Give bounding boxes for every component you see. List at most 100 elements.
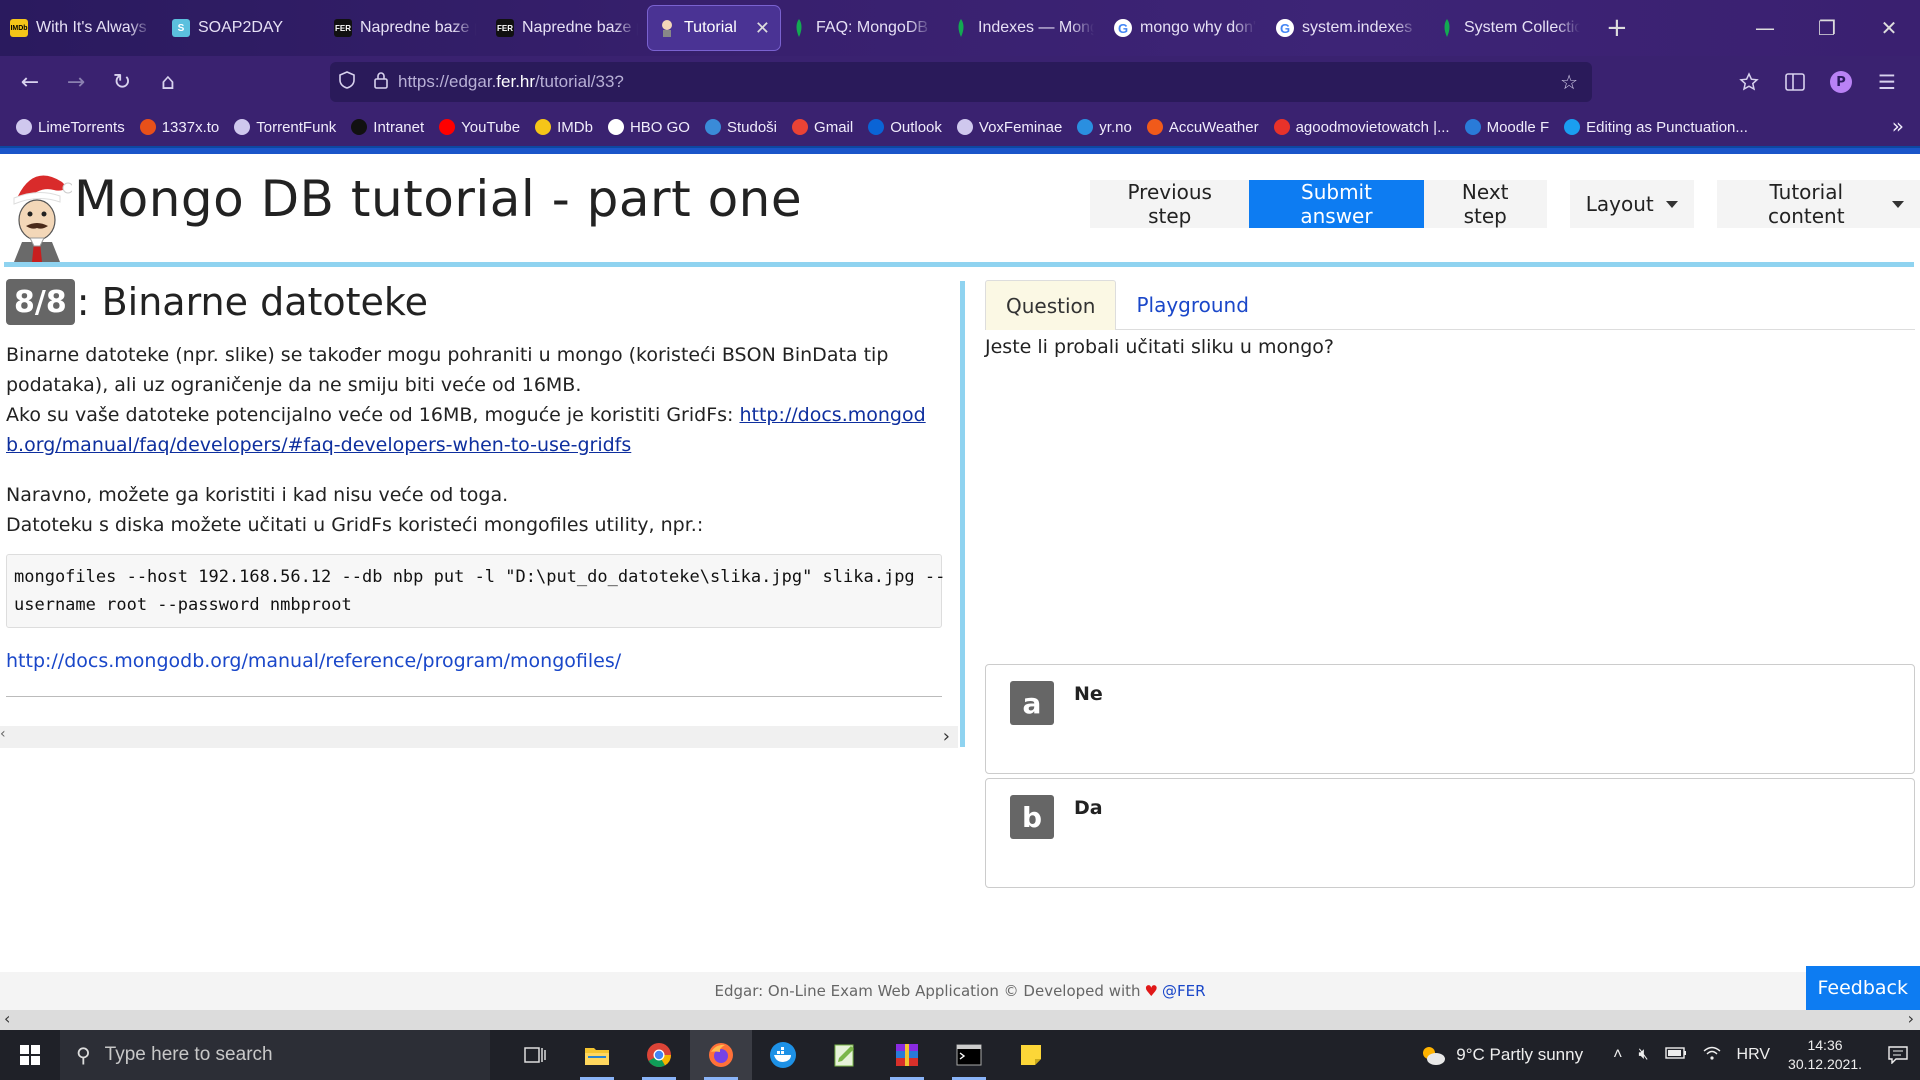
- taskbar-clock[interactable]: 14:36 30.12.2021.: [1788, 1036, 1862, 1074]
- tab-title: mongo why don't: [1140, 19, 1256, 36]
- bookmark-item[interactable]: AccuWeather: [1146, 119, 1259, 136]
- system-tray: ˄ 🔇︎ HRV: [1605, 1046, 1778, 1065]
- close-tab-icon[interactable]: ✕: [755, 18, 770, 39]
- weather-widget[interactable]: 9°C Partly sunny: [1420, 1044, 1583, 1066]
- docker-icon[interactable]: [752, 1030, 814, 1080]
- url-text[interactable]: https://edgar.fer.hr/tutorial/33?: [398, 72, 624, 92]
- bookmark-item[interactable]: 1337x.to: [139, 119, 219, 136]
- panel-splitter[interactable]: [960, 281, 965, 747]
- answer-option-b[interactable]: b Da: [985, 778, 1915, 888]
- tab-title: Tutorial: [684, 19, 737, 36]
- caret-down-icon: [1891, 200, 1904, 208]
- shield-icon[interactable]: [330, 70, 364, 94]
- edgar-mascot-logo: [13, 175, 72, 262]
- wifi-icon[interactable]: [1703, 1046, 1721, 1065]
- fer-link[interactable]: @FER: [1162, 982, 1206, 1000]
- firefox-icon[interactable]: [690, 1030, 752, 1080]
- minimize-window-icon[interactable]: —: [1734, 0, 1796, 56]
- bookmark-item[interactable]: Moodle F: [1464, 119, 1549, 136]
- bookmark-item[interactable]: TorrentFunk: [234, 119, 336, 136]
- browser-tab[interactable]: Tutorial ✕: [648, 6, 780, 50]
- page-content: Mongo DB tutorial - part one Previous st…: [0, 146, 1920, 1010]
- forward-button[interactable]: →: [54, 60, 98, 104]
- mongo-icon: [1438, 19, 1456, 37]
- battery-icon[interactable]: [1664, 1046, 1687, 1064]
- speaker-muted-icon[interactable]: 🔇︎: [1638, 1046, 1648, 1064]
- mongofiles-docs-link[interactable]: http://docs.mongodb.org/manual/reference…: [6, 650, 621, 672]
- account-avatar[interactable]: P: [1830, 71, 1852, 93]
- sidebar-icon[interactable]: [1772, 60, 1818, 104]
- bookmark-item[interactable]: Gmail: [792, 119, 853, 136]
- bookmark-item[interactable]: Outlook: [868, 119, 942, 136]
- bookmark-item[interactable]: yr.no: [1077, 119, 1132, 136]
- layout-dropdown[interactable]: Layout: [1569, 180, 1694, 228]
- page-horizontal-scrollbar[interactable]: ‹ ›: [0, 1009, 1920, 1030]
- terminal-icon[interactable]: [938, 1030, 1000, 1080]
- lock-icon[interactable]: [364, 71, 398, 94]
- bookmark-item[interactable]: IMDb: [535, 119, 593, 136]
- bookmark-item[interactable]: YouTube: [439, 119, 520, 136]
- lesson-text: Binarne datoteke (npr. slike) se također…: [6, 344, 889, 366]
- bookmark-item[interactable]: Studoši: [704, 118, 778, 136]
- input-language[interactable]: HRV: [1737, 1046, 1771, 1064]
- browser-tab[interactable]: S SOAP2DAY: [162, 6, 324, 50]
- lesson-heading: 8/8: Binarne datoteke: [6, 278, 942, 326]
- x-icon: [139, 119, 156, 135]
- tab-question[interactable]: Question: [985, 280, 1117, 330]
- bookmark-label: HBO GO: [629, 118, 690, 136]
- browser-tab[interactable]: Gsystem.indexes n: [1266, 6, 1428, 50]
- scroll-left-icon[interactable]: ‹: [0, 726, 6, 742]
- close-window-icon[interactable]: ✕: [1858, 0, 1920, 56]
- restore-window-icon[interactable]: ❐: [1796, 0, 1858, 56]
- task-view-icon[interactable]: [504, 1030, 566, 1080]
- bookmark-item[interactable]: agoodmovietowatch |...: [1273, 119, 1450, 136]
- taskbar-search-box[interactable]: ⚲ Type here to search: [60, 1030, 490, 1080]
- notepad-plus-icon[interactable]: [814, 1030, 876, 1080]
- google-icon: G: [1276, 19, 1294, 37]
- chrome-icon[interactable]: [628, 1030, 690, 1080]
- scroll-left-icon[interactable]: ‹: [4, 1009, 10, 1028]
- reload-button[interactable]: ↻: [100, 60, 144, 104]
- windows-start-button[interactable]: [0, 1030, 60, 1080]
- bookmark-item[interactable]: Editing as Punctuation...: [1564, 119, 1748, 136]
- chevron-up-icon[interactable]: ˄: [1613, 1046, 1622, 1064]
- tutorial-header: Mongo DB tutorial - part one Previous st…: [0, 160, 1920, 270]
- bookmark-label: Studoši: [726, 118, 778, 136]
- address-bar[interactable]: https://edgar.fer.hr/tutorial/33? ☆: [330, 62, 1592, 102]
- previous-step-button[interactable]: Previous step: [1090, 180, 1250, 228]
- bookmark-item[interactable]: HBO GO: [607, 118, 690, 136]
- sticky-notes-icon[interactable]: [1000, 1030, 1062, 1080]
- browser-tab[interactable]: IMDb With It's Always S: [0, 6, 162, 50]
- scroll-right-icon[interactable]: ›: [1908, 1009, 1914, 1028]
- tab-playground[interactable]: Playground: [1116, 280, 1268, 330]
- next-step-button[interactable]: Next step: [1423, 180, 1547, 228]
- feedback-button[interactable]: Feedback: [1805, 966, 1920, 1010]
- browser-tab[interactable]: FAQ: MongoDB F: [780, 6, 942, 50]
- pocket-icon[interactable]: [1726, 60, 1772, 104]
- bookmarks-overflow-icon[interactable]: »: [1892, 114, 1904, 138]
- browser-tab[interactable]: FER Napredne baze p: [486, 6, 648, 50]
- home-button[interactable]: ⌂: [146, 60, 190, 104]
- winrar-icon[interactable]: [876, 1030, 938, 1080]
- lesson-horizontal-scrollbar[interactable]: ‹ ›: [0, 726, 958, 748]
- bookmark-item[interactable]: Intranet: [351, 119, 424, 136]
- windows-taskbar: ⚲ Type here to search 9°C Partly sunny ˄…: [0, 1030, 1920, 1080]
- browser-tab[interactable]: FER Napredne baze p: [324, 6, 486, 50]
- scroll-right-icon[interactable]: ›: [943, 726, 950, 747]
- notifications-icon[interactable]: [1876, 1030, 1920, 1080]
- browser-tab[interactable]: System Collectio: [1428, 6, 1590, 50]
- submit-answer-button[interactable]: Submit answer: [1249, 180, 1424, 228]
- browser-tab[interactable]: Indexes — Mong: [942, 6, 1104, 50]
- back-button[interactable]: ←: [8, 60, 52, 104]
- tutorial-content-dropdown[interactable]: Tutorial content: [1716, 180, 1920, 228]
- tab-title: system.indexes n: [1302, 19, 1418, 36]
- browser-tab[interactable]: Gmongo why don't: [1104, 6, 1266, 50]
- bookmark-item[interactable]: LimeTorrents: [16, 119, 125, 136]
- globe-icon: [956, 119, 973, 135]
- answer-option-a[interactable]: a Ne: [985, 664, 1915, 774]
- new-tab-button[interactable]: +: [1590, 13, 1644, 43]
- bookmark-star-icon[interactable]: ☆: [1560, 70, 1578, 95]
- menu-icon[interactable]: ☰: [1864, 60, 1910, 104]
- file-explorer-icon[interactable]: [566, 1030, 628, 1080]
- bookmark-item[interactable]: VoxFeminae: [956, 119, 1062, 136]
